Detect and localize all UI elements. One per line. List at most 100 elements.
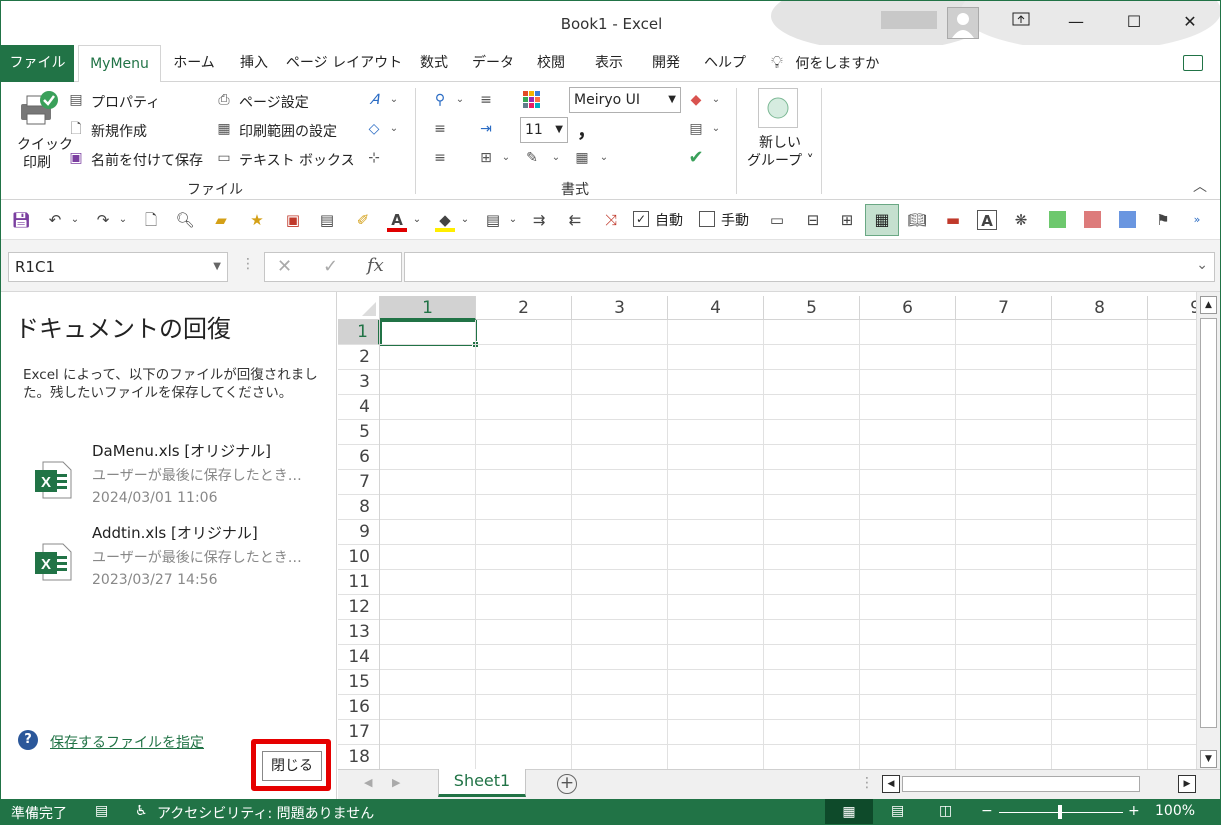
row-header[interactable]: 4 bbox=[338, 395, 380, 420]
row-header[interactable]: 13 bbox=[338, 620, 380, 645]
tab-developer[interactable]: 開発 bbox=[643, 45, 689, 82]
macro-record-icon[interactable]: ▤ bbox=[95, 803, 108, 819]
chevron-down-icon[interactable]: ⌄ bbox=[497, 149, 515, 167]
tab-formulas[interactable]: 数式 bbox=[411, 45, 457, 82]
shapes-icon[interactable]: ◇ bbox=[365, 120, 383, 138]
normal-view-icon[interactable]: ▦ bbox=[825, 799, 873, 824]
table-format-icon[interactable]: ▤ bbox=[687, 120, 705, 138]
vertical-scroll-thumb[interactable] bbox=[1200, 318, 1217, 728]
chevron-down-icon[interactable]: ⌄ bbox=[547, 149, 565, 167]
headings-icon[interactable]: ▬ bbox=[943, 210, 963, 230]
close-window-button[interactable]: ✕ bbox=[1175, 9, 1205, 35]
chevron-down-icon[interactable]: ⌄ bbox=[707, 91, 725, 109]
worksheet-grid[interactable]: 123456789 123456789101112131415161718 bbox=[338, 292, 1220, 770]
red-color-icon[interactable] bbox=[1084, 211, 1101, 228]
chevron-down-icon[interactable]: ⌄ bbox=[503, 210, 523, 230]
checkmark-icon[interactable]: ✔ bbox=[687, 149, 705, 167]
text-box-button[interactable]: テキスト ボックス bbox=[239, 150, 355, 170]
formula-input[interactable]: ⌄ bbox=[404, 252, 1215, 282]
vertical-scrollbar[interactable]: ▲ ▼ bbox=[1196, 292, 1220, 769]
column-header[interactable]: 3 bbox=[572, 296, 668, 320]
print-preview-icon[interactable]: 🔍︎ bbox=[175, 210, 195, 230]
gallery-icon[interactable]: ▣ bbox=[283, 210, 303, 230]
avatar[interactable] bbox=[947, 7, 979, 39]
comments-icon[interactable] bbox=[1183, 55, 1203, 71]
tab-page-layout[interactable]: ページ レイアウト bbox=[285, 45, 403, 82]
insert-function-icon[interactable]: fx bbox=[367, 255, 384, 276]
manual-calc-checkbox[interactable] bbox=[699, 211, 715, 227]
column-header[interactable]: 6 bbox=[860, 296, 956, 320]
row-header[interactable]: 5 bbox=[338, 420, 380, 445]
select-all-corner[interactable] bbox=[338, 296, 380, 320]
color-palette-icon[interactable] bbox=[523, 91, 541, 109]
row-header[interactable]: 1 bbox=[338, 320, 380, 345]
zoom-level[interactable]: 100% bbox=[1155, 803, 1195, 819]
row-header[interactable]: 9 bbox=[338, 520, 380, 545]
align-center-icon[interactable]: ≡ bbox=[431, 149, 449, 167]
tab-split-grip-icon[interactable]: ⋮ bbox=[860, 775, 874, 791]
formula-bar-grip-icon[interactable]: ⋮ bbox=[241, 256, 255, 272]
chevron-down-icon[interactable]: ⌄ bbox=[455, 210, 475, 230]
prev-sheet-icon[interactable]: ◀ bbox=[364, 776, 372, 789]
properties-button[interactable]: プロパティ bbox=[91, 92, 160, 112]
clear-format-icon[interactable]: ✎ bbox=[523, 149, 541, 167]
row-header[interactable]: 8 bbox=[338, 495, 380, 520]
chevron-down-icon[interactable]: ⌄ bbox=[341, 150, 359, 168]
row-header[interactable]: 17 bbox=[338, 720, 380, 745]
collapse-ribbon-icon[interactable]: ︿ bbox=[1191, 178, 1209, 196]
column-header[interactable]: 7 bbox=[956, 296, 1052, 320]
cancel-icon[interactable]: ✕ bbox=[277, 256, 292, 277]
font-name-select[interactable]: Meiryo UI ▼ bbox=[569, 87, 681, 113]
row-header[interactable]: 18 bbox=[338, 745, 380, 770]
horizontal-scroll-thumb[interactable] bbox=[902, 776, 1140, 792]
table-icon[interactable]: ⊞ bbox=[837, 210, 857, 230]
sheet-tab[interactable]: Sheet1 bbox=[438, 769, 526, 797]
name-box[interactable]: R1C1 ▼ bbox=[8, 252, 228, 282]
tab-review[interactable]: 校閲 bbox=[527, 45, 575, 82]
minimize-button[interactable]: — bbox=[1061, 9, 1091, 35]
font-color-icon[interactable]: A bbox=[387, 210, 407, 232]
row-header[interactable]: 10 bbox=[338, 545, 380, 570]
quick-print-label-1[interactable]: クイック bbox=[17, 134, 73, 154]
tab-file[interactable]: ファイル bbox=[1, 45, 74, 82]
tab-insert[interactable]: 挿入 bbox=[229, 45, 279, 82]
chevron-down-icon[interactable]: ⌄ bbox=[65, 210, 85, 230]
add-sheet-icon[interactable]: + bbox=[557, 774, 577, 794]
row-header[interactable]: 15 bbox=[338, 670, 380, 695]
new-file-icon[interactable]: 🗋︎ bbox=[141, 210, 161, 230]
page-setup-button[interactable]: ページ設定 bbox=[239, 92, 309, 112]
conditional-format-icon[interactable]: ▦ bbox=[573, 149, 591, 167]
remove-arrows-icon[interactable]: ⤨ bbox=[601, 210, 621, 230]
row-header[interactable]: 3 bbox=[338, 370, 380, 395]
help-icon[interactable]: ? bbox=[18, 730, 38, 750]
more-commands-icon[interactable]: » bbox=[1187, 210, 1207, 230]
page-break-view-icon[interactable]: ◫ bbox=[939, 803, 952, 819]
row-header[interactable]: 14 bbox=[338, 645, 380, 670]
favorites-folder-icon[interactable]: ★ bbox=[247, 210, 267, 230]
search-icon[interactable]: ⚲ bbox=[431, 91, 449, 109]
row-header[interactable]: 6 bbox=[338, 445, 380, 470]
chevron-down-icon[interactable]: ⌄ bbox=[407, 210, 427, 230]
scroll-right-icon[interactable]: ▶ bbox=[1178, 775, 1196, 793]
scroll-left-icon[interactable]: ◀ bbox=[882, 775, 900, 793]
new-group-label-1[interactable]: 新しい bbox=[759, 132, 801, 152]
text-format-icon[interactable]: ▤ bbox=[483, 210, 503, 230]
expand-formula-icon[interactable]: ⌄ bbox=[1196, 257, 1208, 273]
ribbon-display-options-icon[interactable] bbox=[1006, 9, 1036, 35]
which-files-to-save-link[interactable]: 保存するファイルを指定 bbox=[50, 732, 204, 752]
borders-icon[interactable]: ⊞ bbox=[477, 149, 495, 167]
shape-draw-icon[interactable]: 𝐴 bbox=[365, 91, 383, 109]
font-size-select[interactable]: 11 ▼ bbox=[520, 117, 568, 143]
comma-style-button[interactable]: ， bbox=[577, 114, 597, 143]
chevron-down-icon[interactable]: ⌄ bbox=[385, 120, 403, 138]
row-header[interactable]: 7 bbox=[338, 470, 380, 495]
tab-data[interactable]: データ bbox=[465, 45, 521, 82]
chevron-down-icon[interactable]: ⌄ bbox=[113, 210, 133, 230]
column-header[interactable]: 8 bbox=[1052, 296, 1148, 320]
trace-precedents-icon[interactable]: ⇉ bbox=[529, 210, 549, 230]
page-layout-view-icon[interactable]: ▤ bbox=[891, 803, 904, 819]
print-area-button[interactable]: 印刷範囲の設定 bbox=[239, 121, 337, 141]
reading-view-icon[interactable]: 📖︎ bbox=[907, 210, 927, 230]
close-button[interactable]: 閉じる bbox=[262, 751, 322, 781]
chevron-down-icon[interactable]: ⌄ bbox=[707, 120, 725, 138]
